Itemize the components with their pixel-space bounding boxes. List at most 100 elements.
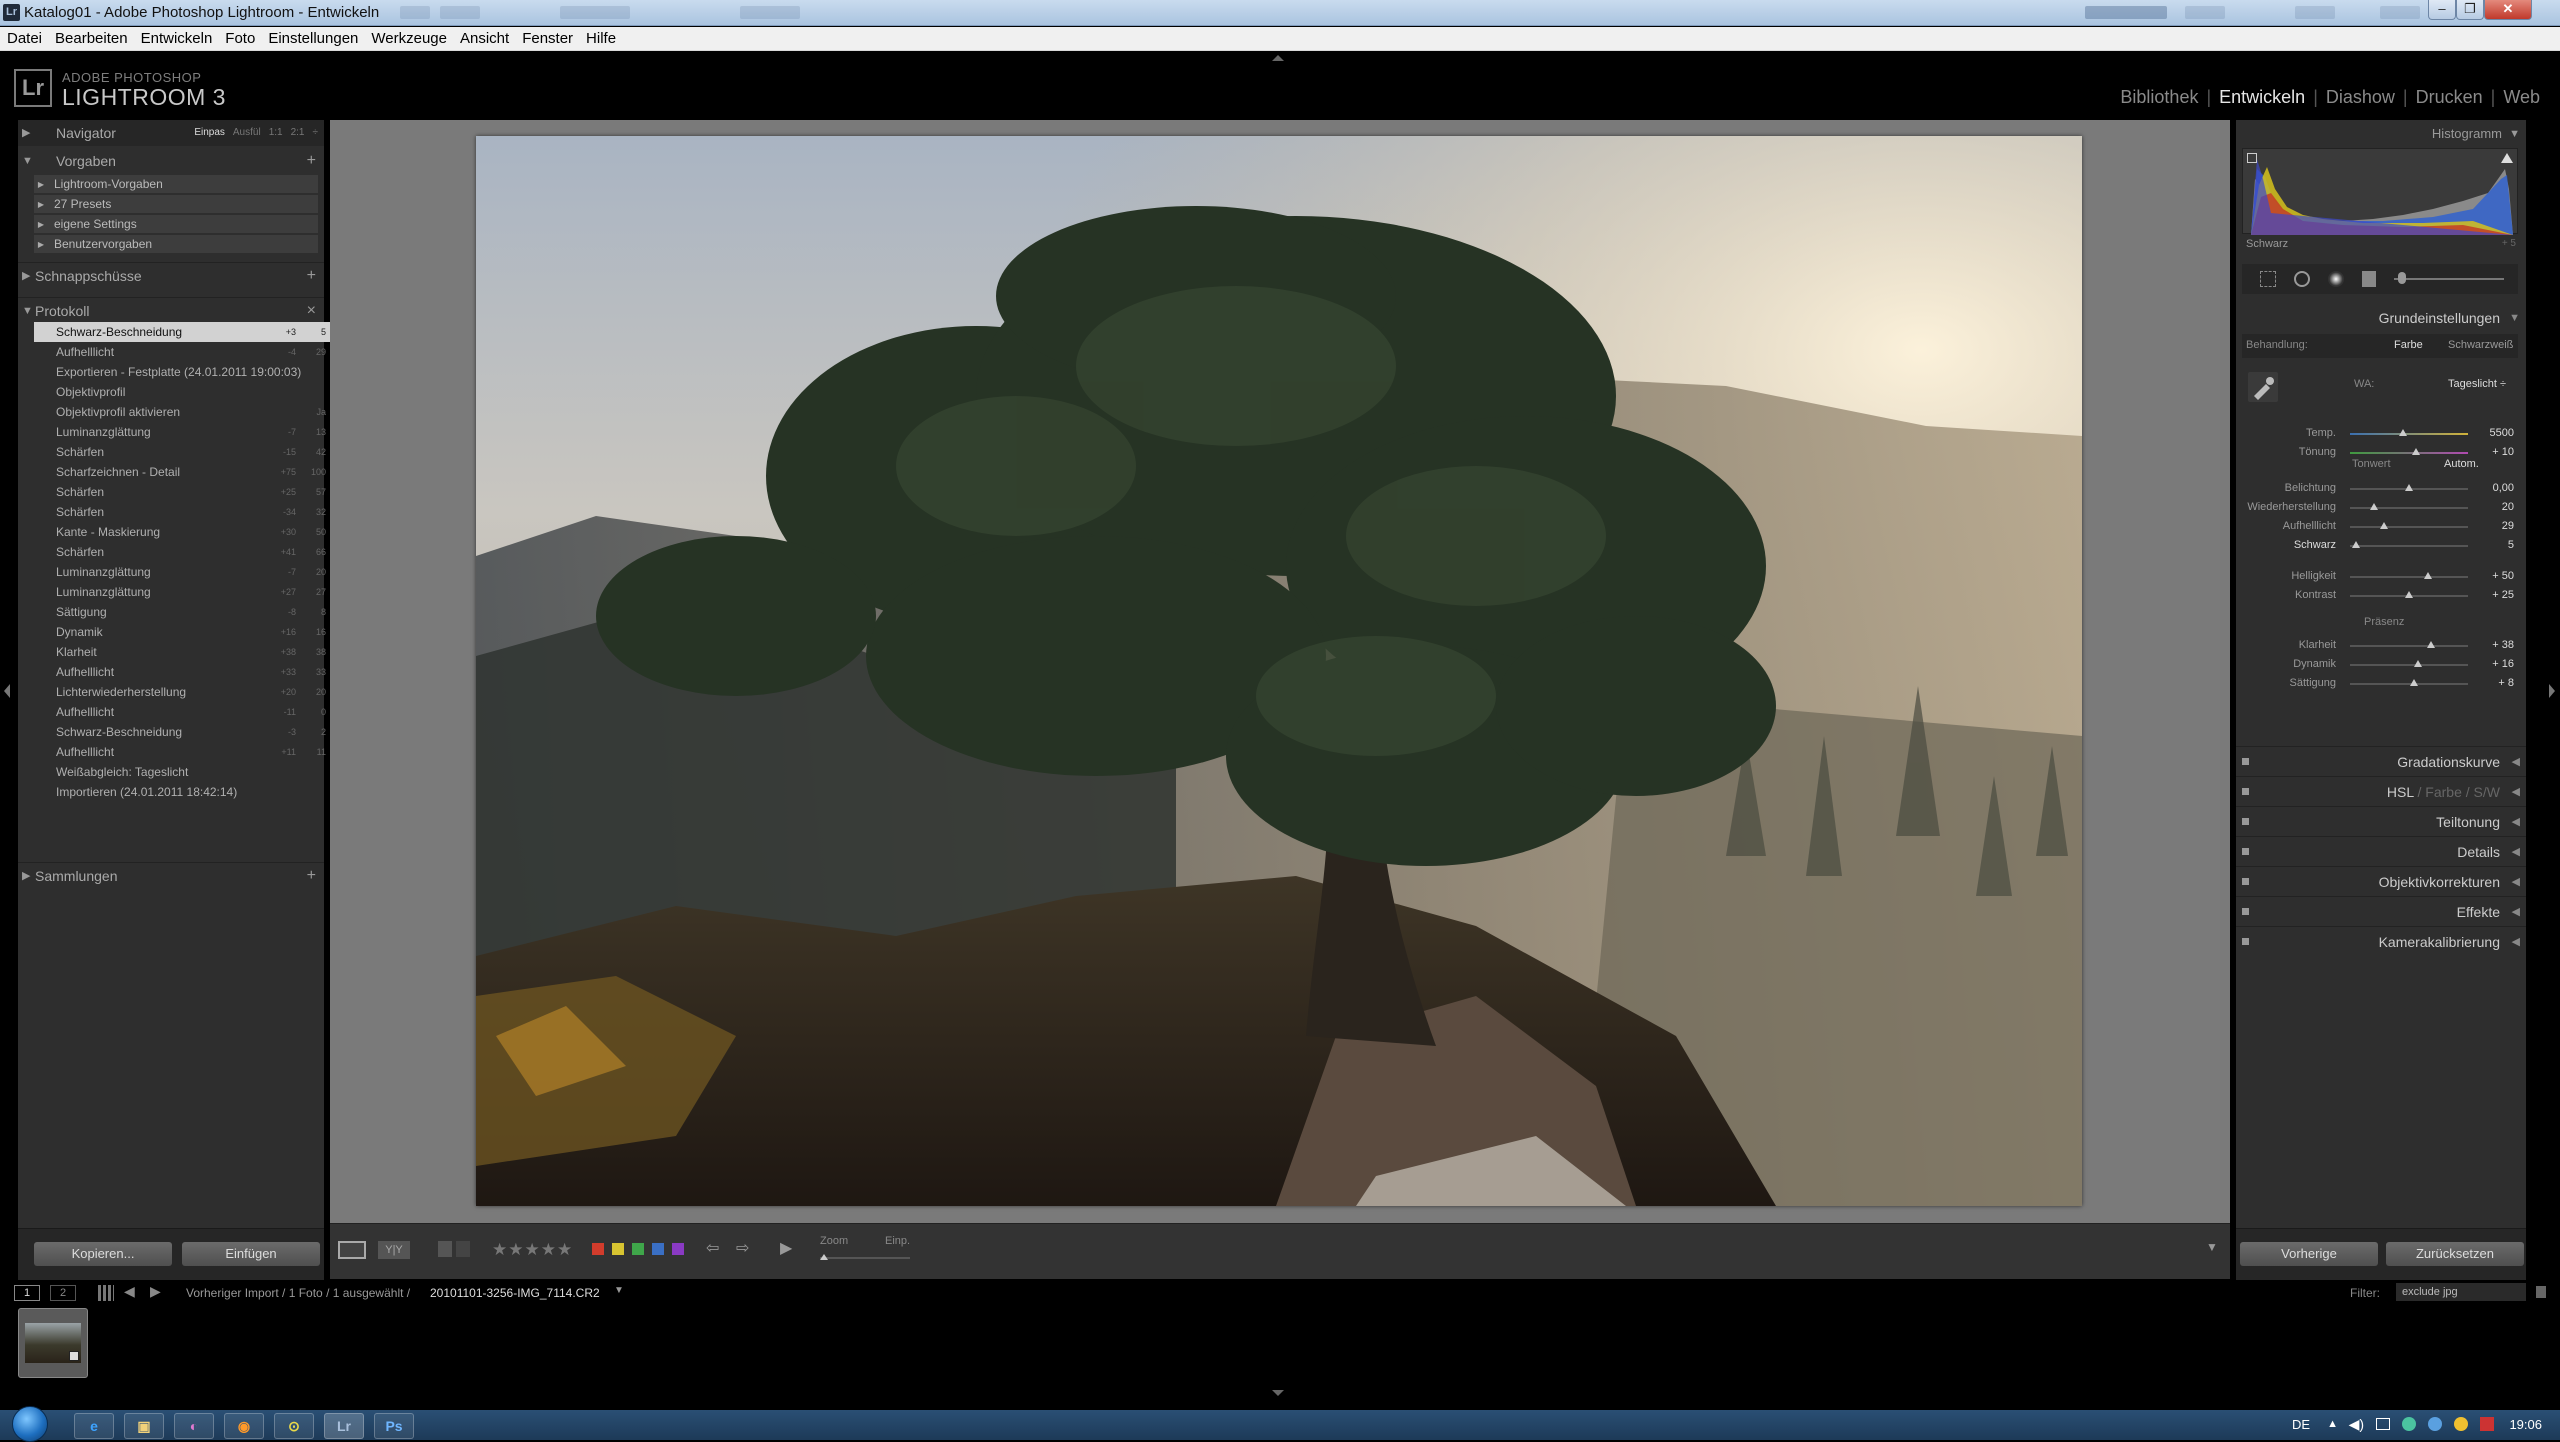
history-step[interactable]: Aufhelllicht +11 11 [34, 742, 338, 762]
basic-header[interactable]: Grundeinstellungen ▼ [2236, 306, 2526, 330]
adjustment-brush-icon[interactable] [2398, 272, 2406, 284]
slider-knob[interactable] [2409, 679, 2418, 686]
preset-folder[interactable]: ▶ eigene Settings [34, 215, 318, 234]
module-drucken[interactable]: Drucken [2416, 87, 2483, 107]
zoom-2-1-tab[interactable]: 2:1 [291, 127, 305, 138]
slider-track[interactable] [2350, 660, 2468, 667]
history-step[interactable]: Schärfen +25 57 [34, 482, 338, 502]
history-step[interactable]: Schärfen -34 32 [34, 502, 338, 522]
snapshots-header[interactable]: ▶ Schnappschüsse + [18, 262, 324, 288]
white-balance-eyedropper-icon[interactable] [2248, 372, 2278, 402]
close-button[interactable]: ✕ [2484, 0, 2532, 20]
menu-entwickeln[interactable]: Entwickeln [134, 27, 219, 49]
slider-value[interactable]: 20 [2502, 498, 2514, 517]
expand-triangle-icon[interactable]: ◀ [2512, 897, 2520, 927]
tray-app-icon[interactable] [2454, 1417, 2468, 1431]
lightroom-taskbar-icon[interactable]: Lr [324, 1413, 364, 1439]
expand-triangle-icon[interactable]: ◀ [2512, 867, 2520, 897]
collapse-triangle-icon[interactable]: ▼ [2509, 306, 2520, 330]
hsl-tab[interactable]: HSL [2387, 784, 2414, 800]
histogram-header[interactable]: Histogramm ▼ [2236, 120, 2526, 148]
slider-klarheit[interactable]: Klarheit + 38 [2236, 636, 2526, 655]
slider-knob[interactable] [2423, 572, 2432, 579]
slider-temp-[interactable]: Temp. 5500 [2236, 424, 2526, 443]
collections-header[interactable]: ▶ Sammlungen + [18, 862, 324, 888]
history-step[interactable]: Aufhelllicht -11 0 [34, 702, 338, 722]
slider-track[interactable] [2350, 429, 2468, 436]
slider-track[interactable] [2350, 572, 2468, 579]
history-step[interactable]: Schärfen -15 42 [34, 442, 338, 462]
color-label-green[interactable] [632, 1243, 644, 1255]
slider-wiederherstellung[interactable]: Wiederherstellung 20 [2236, 498, 2526, 517]
language-indicator[interactable]: DE [2292, 1417, 2310, 1432]
section-toggle-icon[interactable] [2242, 758, 2249, 765]
history-step[interactable]: Luminanzglättung -7 13 [34, 422, 338, 442]
expand-triangle-icon[interactable]: ◀ [2512, 747, 2520, 777]
photoshop-taskbar-icon[interactable]: Ps [374, 1413, 414, 1439]
history-step[interactable]: Schwarz-Beschneidung +3 5 [34, 322, 338, 342]
section-toggle-icon[interactable] [2242, 788, 2249, 795]
zoom-more-icon[interactable]: ÷ [313, 127, 319, 138]
slider-track[interactable] [2350, 679, 2468, 686]
module-bibliothek[interactable]: Bibliothek [2120, 87, 2198, 107]
window-2-button[interactable]: 2 [50, 1285, 76, 1301]
expand-triangle-icon[interactable]: ◀ [2512, 927, 2520, 957]
window-1-button[interactable]: 1 [14, 1285, 40, 1301]
slider-value[interactable]: + 16 [2492, 655, 2514, 674]
history-step[interactable]: Schwarz-Beschneidung -3 2 [34, 722, 338, 742]
slider-belichtung[interactable]: Belichtung 0,00 [2236, 479, 2526, 498]
history-header[interactable]: ▼ Protokoll × [18, 297, 324, 323]
history-step[interactable]: Scharfzeichnen - Detail +75 100 [34, 462, 338, 482]
filmstrip-thumbnail[interactable] [18, 1308, 88, 1378]
menu-bearbeiten[interactable]: Bearbeiten [48, 27, 134, 49]
highlight-clipping-icon[interactable] [2501, 153, 2513, 163]
color-tab[interactable]: Farbe [2425, 784, 2462, 800]
zoom-fill-tab[interactable]: Ausfül [233, 127, 261, 138]
flag-pick-icon[interactable] [438, 1241, 452, 1257]
section-header[interactable]: Objektivkorrekturen ◀ [2236, 866, 2526, 896]
filename-dropdown-icon[interactable]: ▼ [614, 1285, 624, 1296]
slider-knob[interactable] [2351, 541, 2360, 548]
toolbar-options-icon[interactable]: ▼ [2206, 1240, 2218, 1254]
slider-value[interactable]: 5 [2508, 536, 2514, 555]
history-step[interactable]: Exportieren - Festplatte (24.01.2011 19:… [34, 362, 338, 382]
slider-knob[interactable] [2427, 641, 2436, 648]
menu-hilfe[interactable]: Hilfe [579, 27, 622, 49]
filter-preset-dropdown[interactable]: exclude jpg [2396, 1283, 2526, 1301]
slider-track[interactable] [2350, 591, 2468, 598]
expand-triangle-icon[interactable]: ▶ [22, 120, 30, 146]
paste-settings-button[interactable]: Einfügen [182, 1242, 320, 1266]
red-eye-tool-icon[interactable] [2328, 271, 2344, 287]
slider-value[interactable]: + 50 [2492, 567, 2514, 586]
slider-helligkeit[interactable]: Helligkeit + 50 [2236, 567, 2526, 586]
expand-triangle-icon[interactable]: ◀ [2512, 837, 2520, 867]
filter-lock-icon[interactable] [2536, 1286, 2546, 1298]
menu-einstellungen[interactable]: Einstellungen [261, 27, 364, 49]
folder-triangle-icon[interactable]: ▶ [34, 195, 48, 214]
add-snapshot-icon[interactable]: + [307, 263, 316, 289]
adjustment-brush-slider[interactable] [2394, 278, 2504, 280]
expand-triangle-icon[interactable]: ◀ [2512, 807, 2520, 837]
expand-triangle-icon[interactable]: ▶ [22, 263, 30, 289]
zoom-fit-tab[interactable]: Einpas [194, 127, 225, 138]
menu-fenster[interactable]: Fenster [515, 27, 579, 49]
section-header[interactable]: Details ◀ [2236, 836, 2526, 866]
history-step[interactable]: Schärfen +41 66 [34, 542, 338, 562]
slider-track[interactable] [2350, 522, 2468, 529]
slideshow-play-icon[interactable]: ▶ [780, 1238, 792, 1258]
section-toggle-icon[interactable] [2242, 938, 2249, 945]
presets-header[interactable]: ▼ Vorgaben + [18, 148, 324, 174]
slider-track[interactable] [2350, 484, 2468, 491]
slider-value[interactable]: 5500 [2490, 424, 2514, 443]
history-step[interactable]: Aufhelllicht -4 29 [34, 342, 338, 362]
history-step[interactable]: Luminanzglättung +27 27 [34, 582, 338, 602]
expand-triangle-icon[interactable]: ◀ [2512, 777, 2520, 807]
explorer-icon[interactable]: ▣ [124, 1413, 164, 1439]
shadow-clipping-icon[interactable] [2247, 153, 2257, 163]
collapse-right-panel-icon[interactable] [2549, 684, 2555, 698]
folder-triangle-icon[interactable]: ▶ [34, 215, 48, 234]
previous-photo-icon[interactable]: ⇦ [706, 1238, 719, 1258]
color-label-blue[interactable] [652, 1243, 664, 1255]
module-diashow[interactable]: Diashow [2326, 87, 2395, 107]
slider-track[interactable] [2350, 541, 2468, 548]
